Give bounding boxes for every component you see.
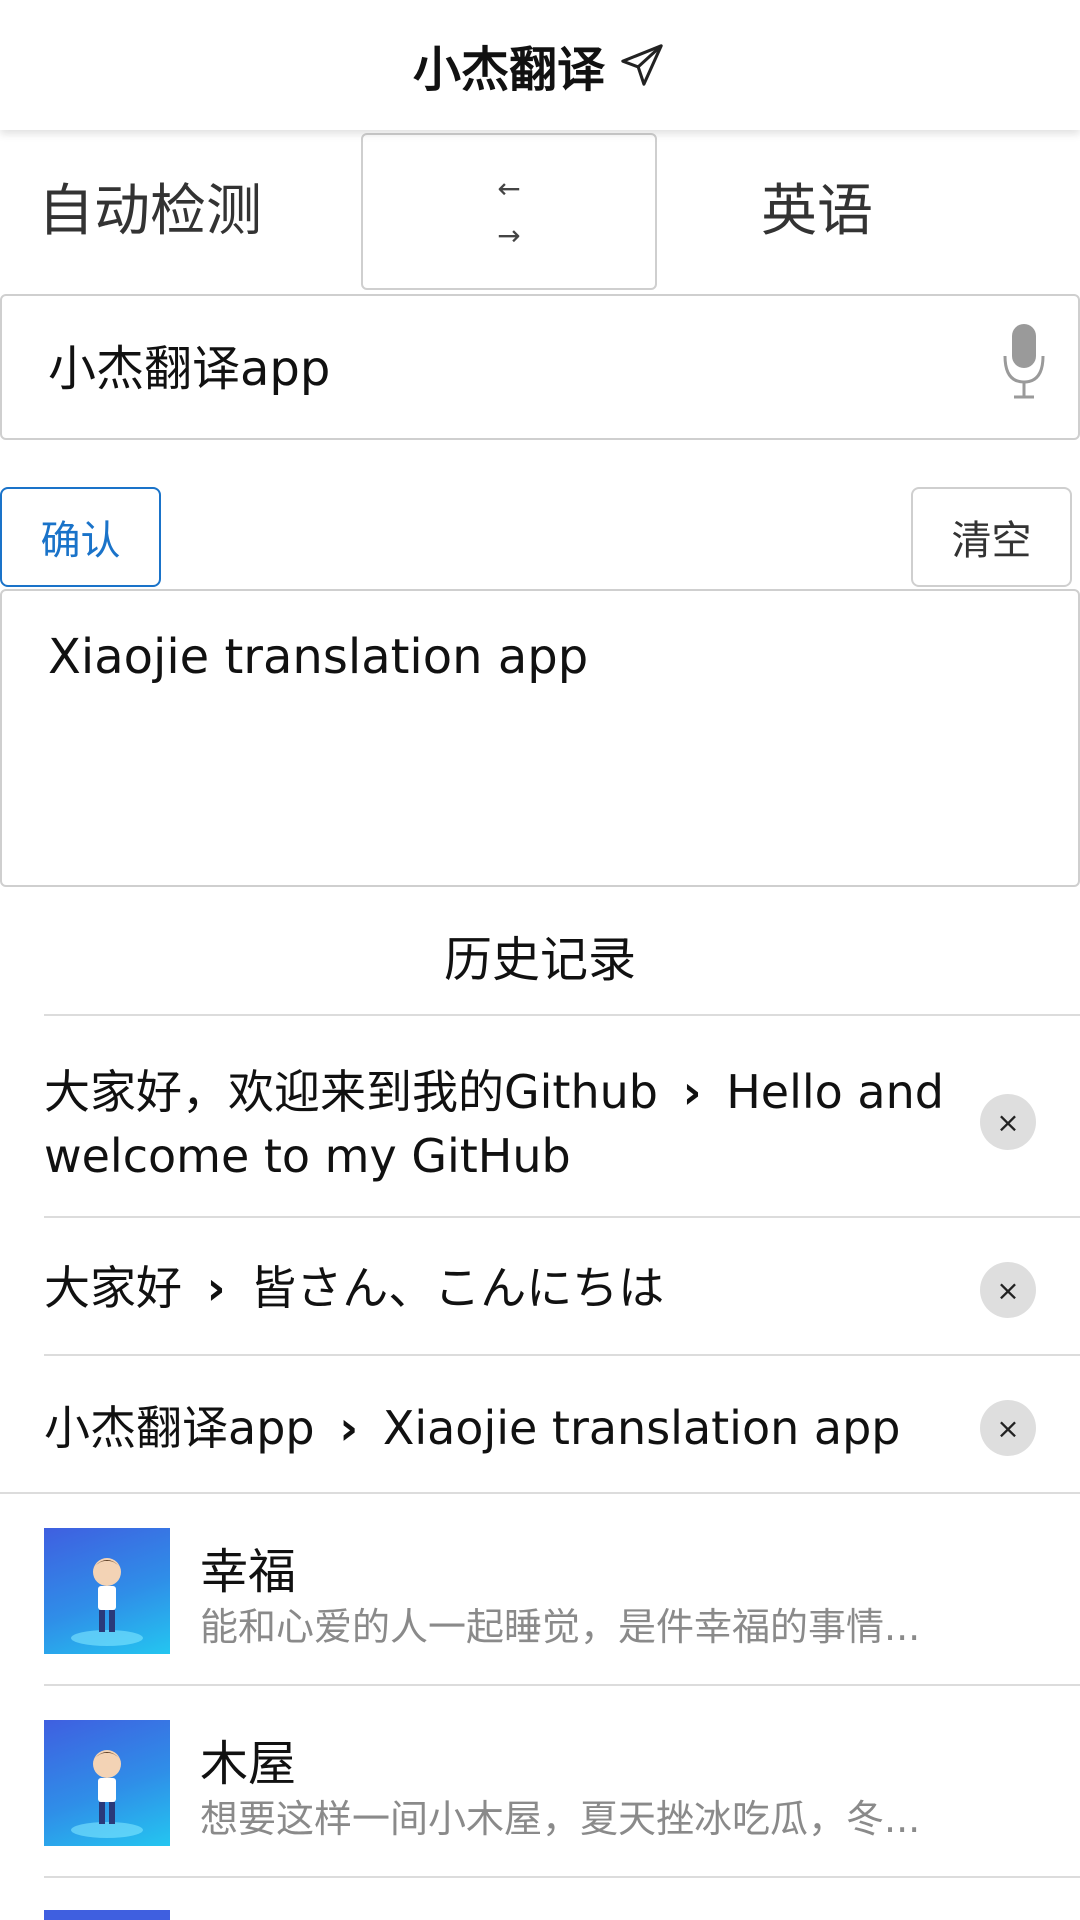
- history-title: 历史记录: [443, 932, 636, 988]
- history-source: 小杰翻译app: [44, 1401, 315, 1455]
- history-source: 大家好: [44, 1261, 182, 1315]
- confirm-button[interactable]: 确认: [0, 487, 161, 587]
- translation-text: Xiaojie translation app: [48, 629, 589, 685]
- list-item[interactable]: 木屋 想要这样一间小木屋，夏天挫冰吃瓜，冬...: [0, 1686, 1080, 1878]
- chevron-right-icon: ›: [206, 1261, 226, 1315]
- translation-output: Xiaojie translation app: [0, 589, 1080, 887]
- language-row: 自动检测 ← → 英语: [0, 133, 1080, 291]
- source-text-input[interactable]: 小杰翻译app: [0, 294, 1080, 440]
- history-translation: 皆さん、こんにちは: [250, 1261, 665, 1315]
- thumbnail-image: [44, 1528, 170, 1654]
- swap-languages-button[interactable]: ← →: [361, 133, 657, 290]
- divider: [44, 1876, 1080, 1878]
- clear-button[interactable]: 清空: [911, 487, 1072, 587]
- send-icon: [619, 41, 667, 89]
- chevron-right-icon: ›: [339, 1401, 359, 1455]
- chevron-right-icon: ›: [682, 1065, 702, 1119]
- card-description: 能和心爱的人一起睡觉，是件幸福的事情...: [200, 1605, 921, 1649]
- arrow-left-icon: ←: [497, 171, 521, 205]
- history-item[interactable]: 小杰翻译app › Xiaojie translation app ×: [44, 1354, 1080, 1492]
- source-text-value: 小杰翻译app: [48, 341, 331, 397]
- app-title: 小杰翻译: [412, 42, 605, 98]
- microphone-icon[interactable]: [1000, 322, 1048, 402]
- history-source: 大家好，欢迎来到我的Github: [44, 1065, 658, 1119]
- card-title: 木屋: [200, 1736, 297, 1792]
- thumbnail-image: [44, 1720, 170, 1846]
- card-title: 幸福: [200, 1544, 297, 1600]
- close-icon: ×: [996, 1105, 1020, 1139]
- app-bar: 小杰翻译: [0, 0, 1080, 130]
- list-item[interactable]: 幸福 能和心爱的人一起睡觉，是件幸福的事情...: [0, 1494, 1080, 1686]
- thumbnail-image: [44, 1910, 170, 1920]
- target-language-selector[interactable]: 英语: [657, 133, 977, 291]
- delete-history-button[interactable]: ×: [980, 1094, 1036, 1150]
- history-item[interactable]: 大家好，欢迎来到我的Github › Hello and welcome to …: [44, 1014, 1080, 1216]
- history-translation: Xiaojie translation app: [382, 1401, 901, 1455]
- close-icon: ×: [996, 1273, 1020, 1307]
- source-language-selector[interactable]: 自动检测: [38, 133, 262, 291]
- arrow-right-icon: →: [497, 218, 521, 252]
- card-description: 想要这样一间小木屋，夏天挫冰吃瓜，冬...: [200, 1797, 921, 1841]
- history-item[interactable]: 大家好 › 皆さん、こんにちは ×: [44, 1216, 1080, 1354]
- delete-history-button[interactable]: ×: [980, 1400, 1036, 1456]
- delete-history-button[interactable]: ×: [980, 1262, 1036, 1318]
- close-icon: ×: [996, 1411, 1020, 1445]
